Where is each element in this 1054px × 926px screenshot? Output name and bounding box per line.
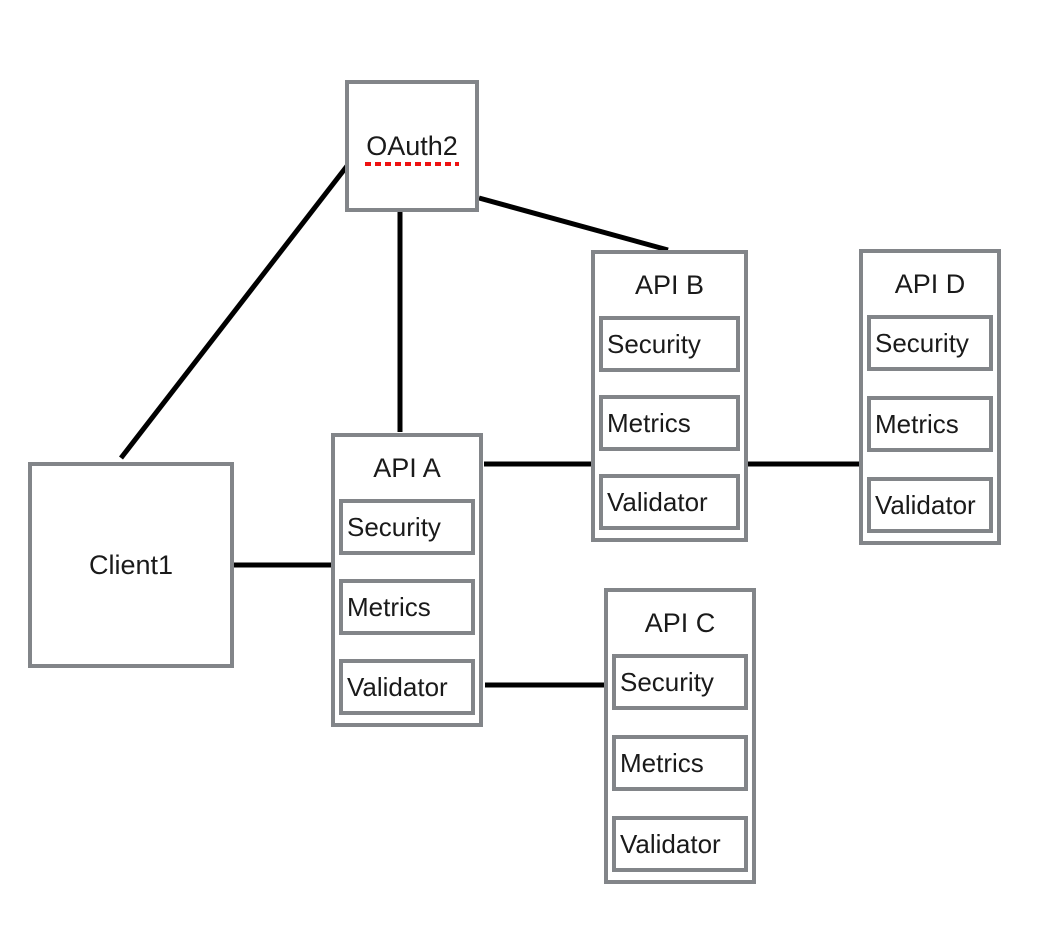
node-oauth2[interactable]: OAuth2: [345, 80, 479, 212]
node-api-d-part-metrics-label: Metrics: [875, 409, 959, 439]
node-api-d-title: API D: [894, 268, 966, 299]
node-api-c-part-metrics[interactable]: Metrics: [612, 735, 748, 791]
node-api-a-part-validator[interactable]: Validator: [339, 659, 475, 715]
node-api-d-part-validator-label: Validator: [875, 490, 976, 520]
node-api-a[interactable]: API A Security Metrics Validator: [331, 433, 483, 727]
node-api-b-part-metrics-label: Metrics: [607, 408, 691, 438]
node-api-d-part-validator[interactable]: Validator: [867, 477, 993, 533]
node-api-a-part-security[interactable]: Security: [339, 499, 475, 555]
node-api-c-part-security-label: Security: [620, 667, 714, 697]
node-api-b-part-security[interactable]: Security: [599, 316, 740, 372]
node-api-b-part-metrics[interactable]: Metrics: [599, 395, 740, 451]
node-api-a-part-metrics[interactable]: Metrics: [339, 579, 475, 635]
node-client1-label: Client1: [88, 549, 174, 580]
node-api-c[interactable]: API C Security Metrics Validator: [604, 588, 756, 884]
node-api-a-part-validator-label: Validator: [347, 672, 448, 702]
node-api-a-part-metrics-label: Metrics: [347, 592, 431, 622]
node-api-b-part-validator[interactable]: Validator: [599, 474, 740, 530]
node-api-b[interactable]: API B Security Metrics Validator: [591, 250, 748, 542]
edge-oauth2-client1: [119, 164, 349, 460]
node-api-c-part-security[interactable]: Security: [612, 654, 748, 710]
node-api-d-part-security[interactable]: Security: [867, 315, 993, 371]
node-api-c-part-validator-label: Validator: [620, 829, 721, 859]
diagram-canvas: OAuth2 Client1 API A Security Metrics Va…: [0, 0, 1054, 926]
node-api-d-parts: Security Metrics Validator: [863, 315, 997, 541]
node-api-b-parts: Security Metrics Validator: [595, 316, 744, 538]
node-api-b-part-security-label: Security: [607, 329, 701, 359]
node-api-c-title: API C: [644, 607, 716, 638]
node-api-d[interactable]: API D Security Metrics Validator: [859, 249, 1001, 545]
node-oauth2-label: OAuth2: [365, 130, 459, 166]
node-client1[interactable]: Client1: [28, 462, 234, 668]
node-api-d-part-security-label: Security: [875, 328, 969, 358]
node-api-a-title: API A: [373, 452, 441, 483]
node-api-b-part-validator-label: Validator: [607, 487, 708, 517]
node-api-b-title: API B: [634, 269, 705, 300]
node-api-c-part-validator[interactable]: Validator: [612, 816, 748, 872]
node-api-a-parts: Security Metrics Validator: [335, 499, 479, 723]
node-api-d-part-metrics[interactable]: Metrics: [867, 396, 993, 452]
node-api-c-part-metrics-label: Metrics: [620, 748, 704, 778]
edge-oauth2-api-b: [478, 195, 669, 253]
node-api-c-parts: Security Metrics Validator: [608, 654, 752, 880]
node-api-a-part-security-label: Security: [347, 512, 441, 542]
